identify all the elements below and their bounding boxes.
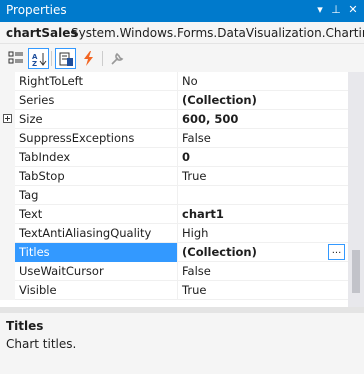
- properties-icon: [59, 52, 73, 66]
- events-button[interactable]: [78, 48, 99, 69]
- expand-icon[interactable]: [3, 114, 12, 123]
- property-value[interactable]: 0: [182, 150, 190, 164]
- property-name: Size: [19, 112, 43, 126]
- property-row[interactable]: Text chart1: [0, 205, 348, 224]
- column-divider: [177, 91, 178, 110]
- properties-button[interactable]: [55, 48, 76, 69]
- property-name: Text: [19, 207, 43, 221]
- property-pages-button[interactable]: [107, 48, 128, 69]
- property-name: SuppressExceptions: [19, 131, 135, 145]
- alphabetical-icon: A Z: [32, 53, 47, 68]
- row-gutter: [0, 167, 15, 186]
- property-name: RightToLeft: [19, 74, 84, 88]
- close-icon[interactable]: ✕: [346, 3, 360, 17]
- column-divider: [177, 224, 178, 243]
- property-value[interactable]: True: [182, 283, 206, 297]
- column-divider: [177, 205, 178, 224]
- description-text: Chart titles.: [6, 337, 77, 351]
- property-value[interactable]: (Collection): [182, 93, 257, 107]
- row-gutter: [0, 186, 15, 205]
- property-name: Titles: [19, 245, 50, 259]
- property-name: TabStop: [19, 169, 65, 183]
- property-row[interactable]: RightToLeft No: [0, 72, 348, 91]
- column-divider: [177, 129, 178, 148]
- property-value[interactable]: (Collection): [182, 245, 257, 259]
- row-gutter: [0, 91, 15, 110]
- row-gutter: [0, 262, 15, 281]
- row-gutter: [0, 205, 15, 224]
- events-icon: [84, 51, 93, 66]
- column-divider: [177, 110, 178, 129]
- property-name: Tag: [19, 188, 39, 202]
- row-gutter: [0, 281, 15, 300]
- object-name: chartSales: [6, 26, 78, 40]
- alphabetical-button[interactable]: A Z: [28, 48, 49, 69]
- property-name: TextAntiAliasingQuality: [19, 226, 152, 240]
- object-selector[interactable]: chartSales System.Windows.Forms.DataVisu…: [0, 22, 364, 44]
- property-name: TabIndex: [19, 150, 71, 164]
- property-row[interactable]: Visible True: [0, 281, 348, 300]
- svg-text:Z: Z: [32, 60, 37, 68]
- description-panel: Titles Chart titles.: [0, 313, 364, 374]
- dropdown-arrow-icon[interactable]: ▾: [313, 3, 327, 17]
- property-row[interactable]: Titles (Collection)...: [0, 243, 348, 262]
- row-gutter: [0, 129, 15, 148]
- toolbar-separator: [102, 51, 103, 66]
- property-row[interactable]: TabStop True: [0, 167, 348, 186]
- column-divider: [177, 262, 178, 281]
- description-title: Titles: [6, 319, 44, 333]
- categorized-button[interactable]: [6, 48, 27, 69]
- properties-toolbar: A Z: [0, 46, 364, 71]
- scrollbar-thumb[interactable]: [352, 250, 360, 293]
- property-value[interactable]: False: [182, 264, 211, 278]
- object-type: System.Windows.Forms.DataVisualization.C…: [71, 26, 364, 40]
- property-value[interactable]: False: [182, 131, 211, 145]
- column-divider: [177, 281, 178, 300]
- row-gutter: [0, 224, 15, 243]
- property-row[interactable]: TabIndex 0: [0, 148, 348, 167]
- categorized-icon: [8, 51, 23, 64]
- row-gutter: [0, 72, 15, 91]
- property-row[interactable]: TextAntiAliasingQuality High: [0, 224, 348, 243]
- property-value[interactable]: True: [182, 169, 206, 183]
- property-row[interactable]: SuppressExceptions False: [0, 129, 348, 148]
- column-divider: [177, 167, 178, 186]
- property-row[interactable]: Size 600, 500: [0, 110, 348, 129]
- toolbar-separator: [51, 51, 52, 66]
- property-row[interactable]: UseWaitCursor False: [0, 262, 348, 281]
- property-value[interactable]: chart1: [182, 207, 224, 221]
- ellipsis-button[interactable]: ...: [328, 244, 345, 260]
- property-pages-icon: [111, 52, 124, 65]
- column-divider: [177, 186, 178, 205]
- window-title: Properties: [6, 3, 67, 17]
- properties-title-bar: Properties ▾ ⊥ ✕: [0, 0, 364, 22]
- pin-icon[interactable]: ⊥: [329, 3, 343, 17]
- property-value[interactable]: 600, 500: [182, 112, 238, 126]
- row-gutter: [0, 243, 15, 262]
- property-grid: RightToLeft No Series (Collection) Size 600, …: [0, 72, 348, 307]
- property-name: Visible: [19, 283, 57, 297]
- property-name: UseWaitCursor: [19, 264, 104, 278]
- property-row[interactable]: Series (Collection): [0, 91, 348, 110]
- row-gutter: [0, 148, 15, 167]
- column-divider: [177, 72, 178, 91]
- column-divider: [177, 243, 178, 262]
- property-name: Series: [19, 93, 55, 107]
- property-row[interactable]: Tag: [0, 186, 348, 205]
- vertical-scrollbar[interactable]: [348, 72, 364, 307]
- property-value[interactable]: High: [182, 226, 208, 240]
- column-divider: [177, 148, 178, 167]
- property-value[interactable]: No: [182, 74, 198, 88]
